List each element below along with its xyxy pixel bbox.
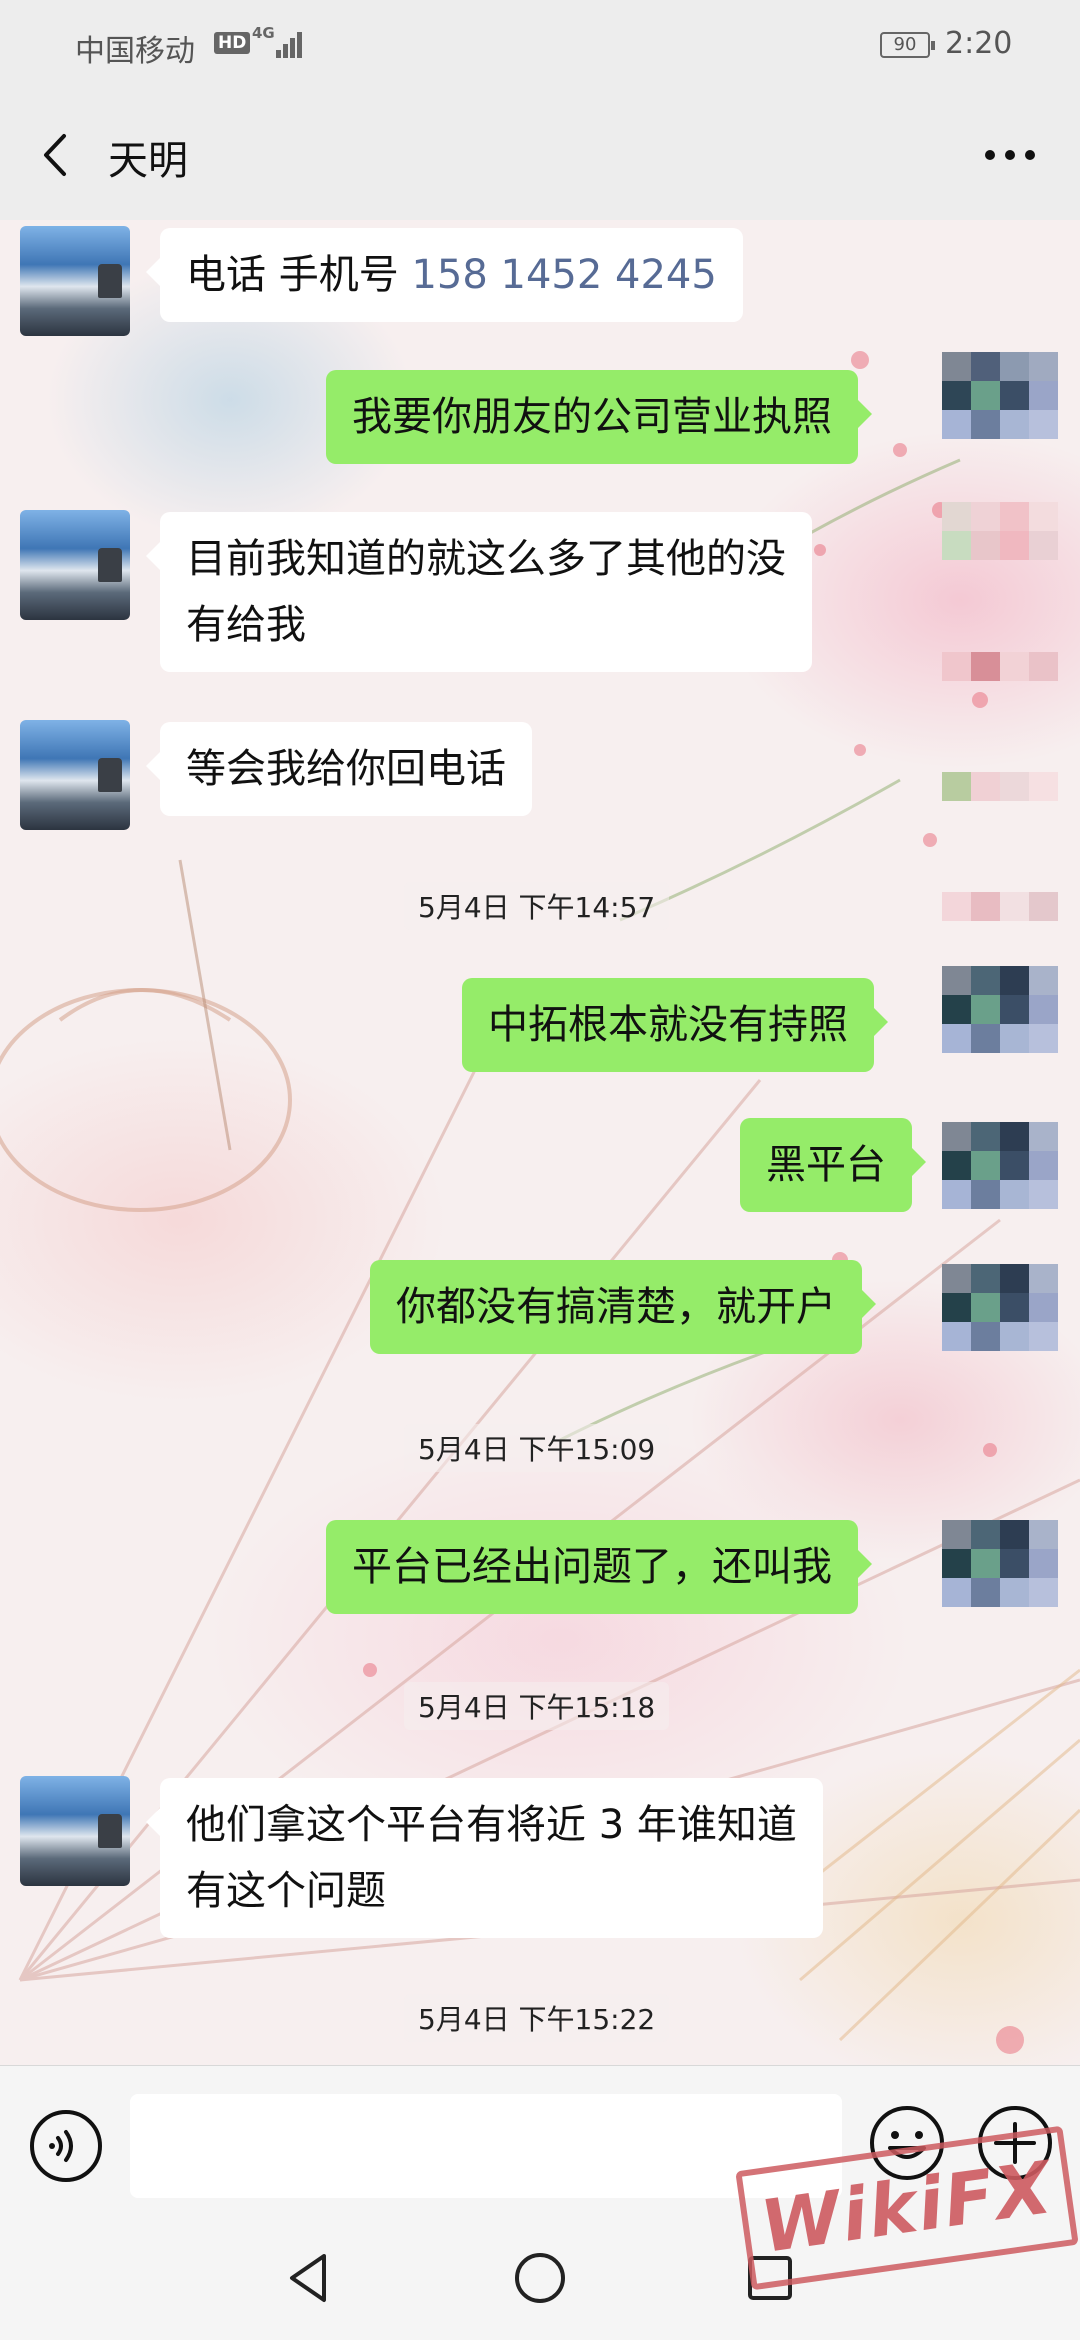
message-text: 你都没有搞清楚，就开户 — [396, 1284, 836, 1330]
signal-icon — [276, 30, 306, 58]
nav-home-button[interactable] — [510, 2248, 570, 2308]
message-text-line: 有这个问题 — [186, 1868, 386, 1914]
message-input[interactable] — [130, 2094, 842, 2198]
timestamp: 5月4日 下午14:57 — [404, 882, 670, 930]
triangle-back-icon — [290, 2254, 326, 2302]
page-title: 天明 — [108, 138, 188, 184]
self-avatar-pixelated — [942, 1520, 1058, 1630]
message-bubble-incoming[interactable]: 他们拿这个平台有将近 3 年谁知道 有这个问题 — [146, 1778, 823, 1938]
message-text: 我要你朋友的公司营业执照 — [352, 394, 832, 440]
contact-avatar[interactable] — [20, 226, 130, 336]
message-bubble-outgoing[interactable]: 平台已经出问题了，还叫我 — [326, 1520, 872, 1614]
nav-back-button[interactable] — [280, 2248, 340, 2308]
hd-badge: HD — [214, 32, 251, 54]
voice-input-button[interactable] — [28, 2108, 104, 2184]
chat-header: 天明 — [0, 90, 1080, 220]
self-avatar-pixelated — [942, 1264, 1058, 1374]
network-label: 4G — [252, 24, 275, 42]
more-options-button[interactable] — [970, 120, 1050, 190]
message-text: 中拓根本就没有持照 — [488, 1002, 848, 1048]
carrier-label: 中国移动 — [75, 34, 195, 69]
message-bubble-outgoing[interactable]: 我要你朋友的公司营业执照 — [326, 370, 872, 464]
phone-number-link[interactable]: 158 1452 4245 — [411, 252, 716, 298]
message-bubble-outgoing[interactable]: 中拓根本就没有持照 — [462, 978, 888, 1072]
message-text-line: 有给我 — [186, 602, 306, 648]
more-dots-icon — [985, 150, 1035, 160]
message-bubble-incoming[interactable]: 等会我给你回电话 — [146, 722, 532, 816]
self-avatar-pixelated — [942, 1122, 1058, 1232]
message-text-line: 目前我知道的就这么多了其他的没 — [186, 536, 786, 582]
status-bar: 中国移动 HD 4G 90 2:20 — [0, 0, 1080, 90]
battery-icon: 90 — [880, 32, 935, 58]
back-button[interactable] — [30, 120, 90, 190]
message-text: 平台已经出问题了，还叫我 — [352, 1544, 832, 1590]
timestamp: 5月4日 下午15:18 — [404, 1682, 670, 1730]
contact-avatar[interactable] — [20, 510, 130, 620]
message-text: 等会我给你回电话 — [186, 746, 506, 792]
chat-area[interactable]: 电话 手机号 158 1452 4245 我要你朋友的公司营业执照 目前我知道的… — [0, 220, 1080, 2065]
message-bubble-incoming[interactable]: 目前我知道的就这么多了其他的没 有给我 — [146, 512, 812, 672]
message-text: 黑平台 — [766, 1142, 886, 1188]
message-bubble-outgoing[interactable]: 你都没有搞清楚，就开户 — [370, 1260, 876, 1354]
message-bubble-outgoing[interactable]: 黑平台 — [740, 1118, 926, 1212]
voice-icon — [30, 2110, 102, 2182]
circle-home-icon — [515, 2253, 565, 2303]
contact-avatar[interactable] — [20, 720, 130, 830]
message-text: 电话 手机号 — [186, 252, 412, 298]
timestamp: 5月4日 下午15:09 — [404, 1424, 670, 1472]
message-text-line: 他们拿这个平台有将近 3 年谁知道 — [186, 1802, 797, 1848]
contact-avatar[interactable] — [20, 1776, 130, 1886]
clock: 2:20 — [945, 26, 1013, 61]
timestamp: 5月4日 下午15:22 — [404, 1994, 670, 2042]
self-avatar-pixelated — [942, 966, 1058, 1076]
message-bubble-incoming[interactable]: 电话 手机号 158 1452 4245 — [146, 228, 743, 322]
chevron-left-icon — [44, 134, 66, 176]
